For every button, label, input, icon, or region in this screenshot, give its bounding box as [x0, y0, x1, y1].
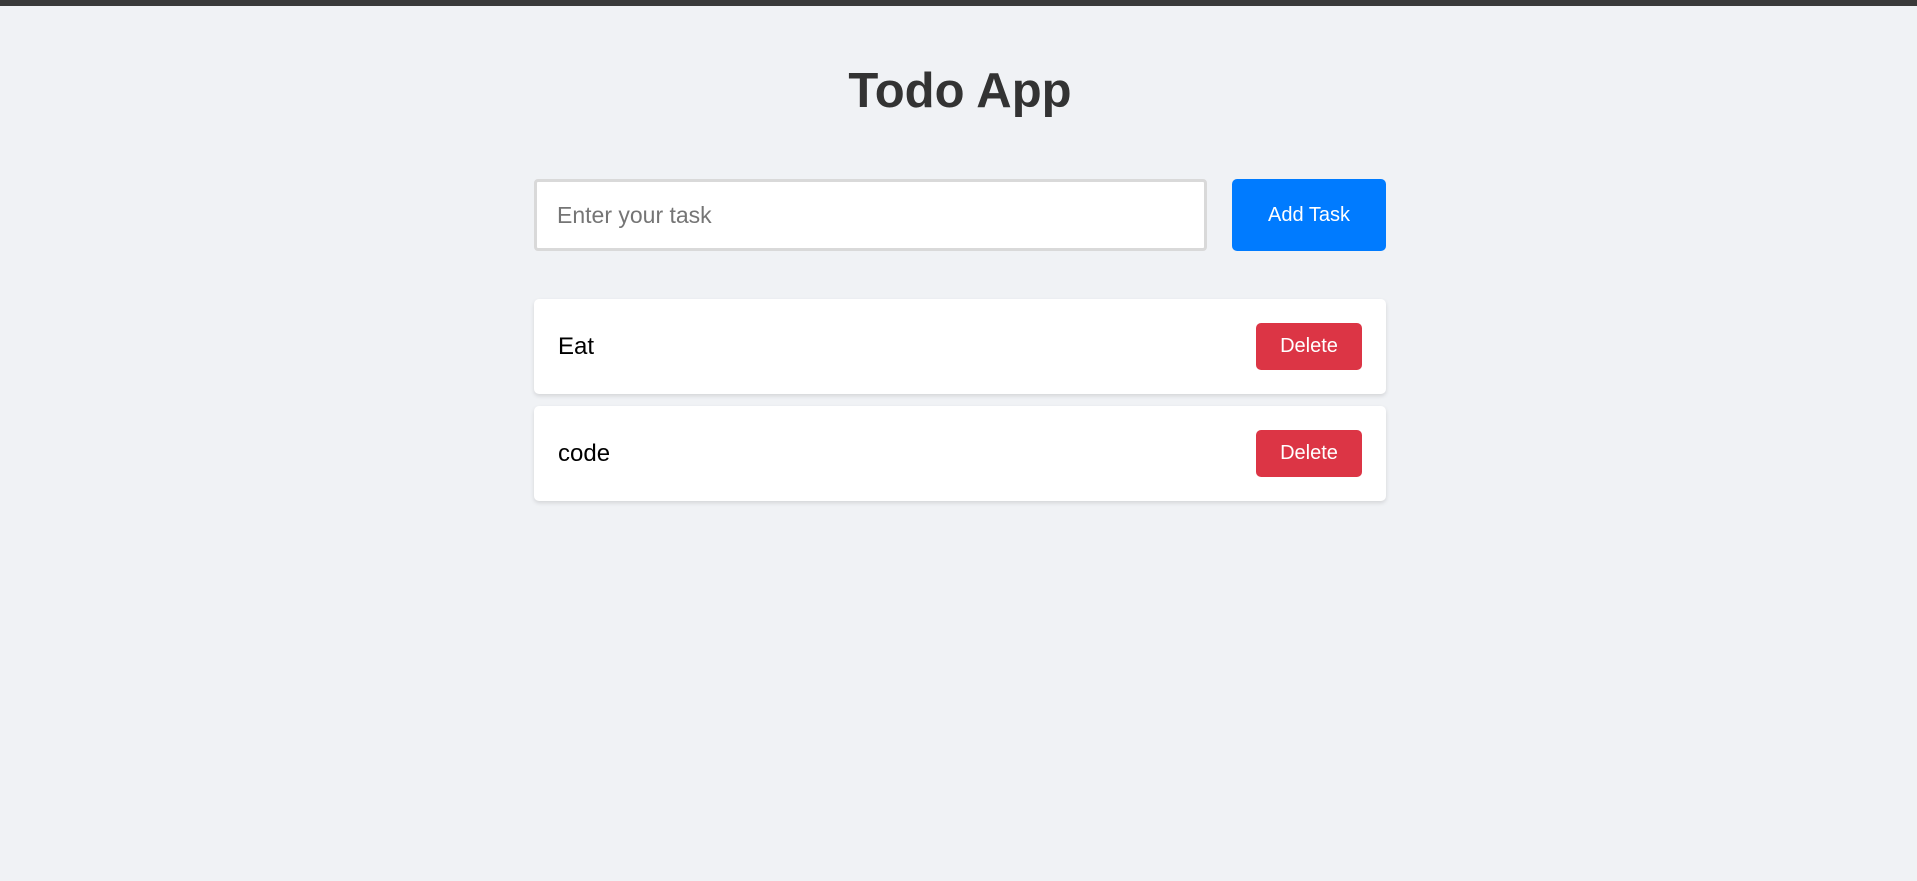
delete-button[interactable]: Delete	[1256, 430, 1362, 477]
add-task-form: Add Task	[534, 179, 1386, 251]
task-item: Eat Delete	[534, 299, 1386, 394]
task-list: Eat Delete code Delete	[534, 299, 1386, 513]
delete-button[interactable]: Delete	[1256, 323, 1362, 370]
task-item: code Delete	[534, 406, 1386, 501]
window-top-bar	[0, 0, 1917, 6]
task-text: Eat	[558, 333, 595, 360]
page-title: Todo App	[848, 64, 1072, 118]
task-text: code	[558, 440, 611, 467]
task-input[interactable]	[534, 179, 1207, 251]
add-task-button[interactable]: Add Task	[1232, 179, 1386, 251]
